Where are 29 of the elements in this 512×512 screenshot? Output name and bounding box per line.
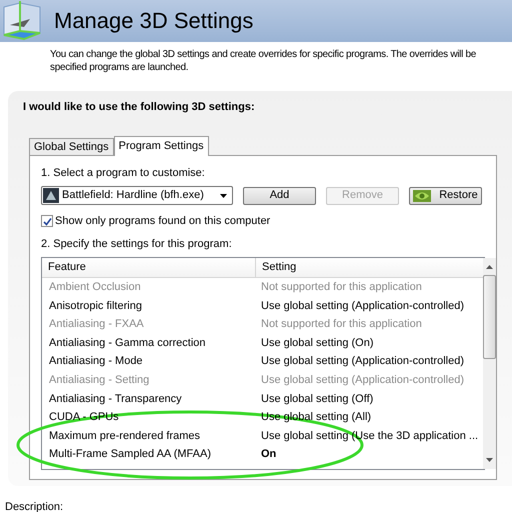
setting-row[interactable]: Antialiasing - Transparency Use global setting (Off) — [42, 390, 484, 408]
step-label: 2. Specify the settings for this program: — [41, 236, 232, 252]
checkbox[interactable] — [41, 215, 53, 228]
restore-button[interactable]: Restore — [409, 186, 482, 204]
caret-icon — [220, 194, 227, 198]
action-button[interactable]: Add — [243, 186, 316, 204]
description-label: Description: — [5, 500, 64, 512]
intro-text: specified programs are launched. — [50, 61, 188, 74]
scroll-down-icon — [486, 458, 494, 462]
page-title: Manage 3D Settings — [54, 10, 254, 32]
column-header[interactable]: Feature — [42, 258, 256, 277]
setting-row[interactable]: Multi-Frame Sampled AA (MFAA) On — [42, 445, 484, 464]
program-dropdown[interactable]: Battlefield: Hardline (bfh.exe) — [41, 186, 233, 205]
tab[interactable]: Program Settings — [114, 136, 209, 156]
panel-heading: I would like to use the following 3D settings: — [23, 100, 255, 115]
check-icon — [42, 216, 52, 226]
step-label: 1. Select a program to customise: — [41, 166, 205, 180]
checkbox-label: Show only programs found on this computer — [55, 214, 270, 229]
setting-row[interactable]: Antialiasing - Gamma correction Use global setting (On) — [42, 334, 484, 352]
setting-row[interactable]: Anisotropic filtering Use global setting (Application-controlled) — [42, 296, 484, 316]
scroll-thumb[interactable] — [483, 275, 496, 359]
game-icon — [43, 188, 59, 203]
setting-row[interactable]: Antialiasing - Mode Use global setting (Application-controlled) — [42, 352, 484, 371]
scrollbar[interactable] — [483, 258, 496, 469]
eye-logo-icon — [413, 190, 432, 202]
column-header[interactable]: Setting — [256, 258, 484, 277]
scroll-up-icon — [486, 265, 494, 269]
tab[interactable]: Global Settings — [29, 138, 114, 154]
intro-text: You can change the global 3D settings and create overrides for specific programs. The overrides will be — [50, 48, 476, 61]
